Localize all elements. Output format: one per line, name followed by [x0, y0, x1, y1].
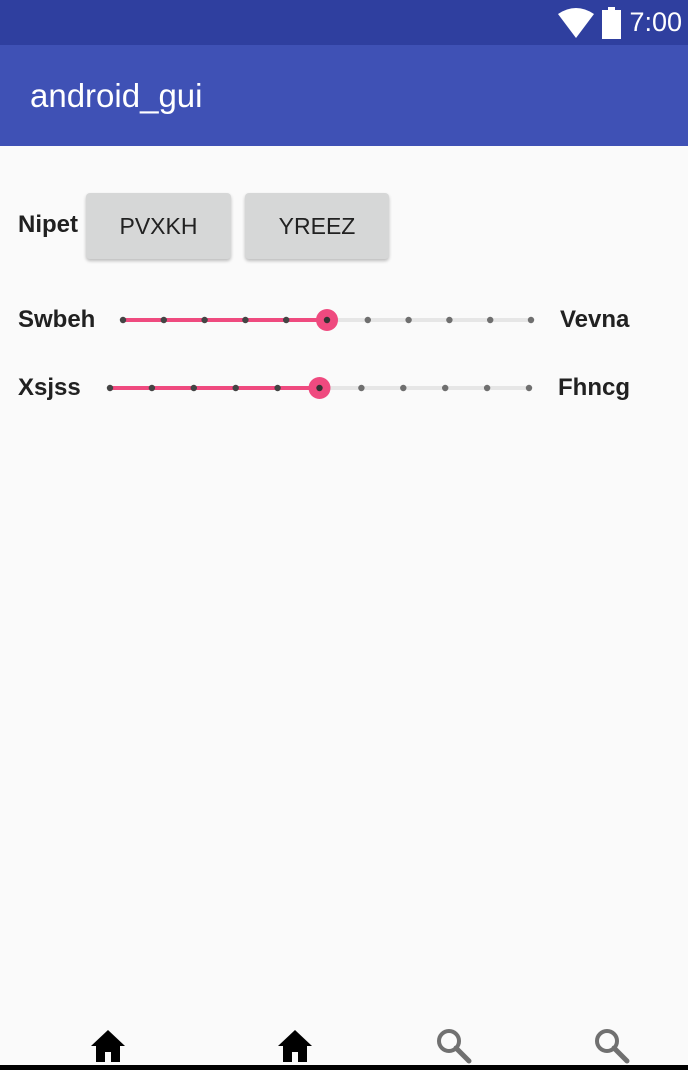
seekbar-1-right-label: Vevna: [560, 306, 630, 333]
nav-item-home-1[interactable]: [88, 1026, 128, 1066]
seekbar-tick: [201, 316, 208, 324]
seekbar-tick: [358, 384, 365, 392]
bottom-navigation: [0, 1018, 688, 1066]
bottom-bar-edge: [0, 1065, 688, 1070]
seekbar-2-right-label: Fhncg: [558, 374, 630, 401]
seekbar-tick: [446, 316, 453, 324]
seekbar-tick: [232, 384, 239, 392]
wifi-icon: [558, 7, 595, 38]
nav-item-search-1[interactable]: [434, 1026, 474, 1066]
seekbar-2-left-label: Xsjss: [18, 374, 81, 401]
seekbar-tick: [487, 316, 494, 324]
seekbar-swbeh-vevna[interactable]: [113, 300, 541, 340]
nav-item-search-2[interactable]: [592, 1026, 632, 1066]
seekbar-tick: [400, 384, 407, 392]
status-icons: 7:00: [558, 0, 682, 45]
seekbar-thumb-tick: [323, 316, 331, 324]
seekbar-tick: [190, 384, 197, 392]
button-row-label: Nipet: [18, 211, 78, 238]
seekbar-track-svg: [119, 309, 535, 331]
seekbar-tick: [442, 384, 449, 392]
seekbar-tick: [106, 384, 114, 392]
yreez-button[interactable]: YREEZ: [245, 193, 389, 259]
app-bar: android_gui: [0, 45, 688, 146]
seekbar-tick: [274, 384, 281, 392]
seekbar-1-left-label: Swbeh: [18, 306, 96, 333]
seekbar-tick: [483, 384, 491, 392]
seekbar-tick: [160, 316, 167, 324]
battery-icon: [602, 6, 622, 39]
status-clock: 7:00: [629, 7, 682, 37]
seekbar-tick: [527, 316, 535, 324]
seekbar-thumb-tick: [316, 384, 323, 392]
status-bar: 7:00: [0, 0, 688, 45]
seekbar-tick: [242, 316, 249, 324]
seekbar-tick: [405, 316, 412, 324]
nav-item-home-2[interactable]: [275, 1026, 315, 1066]
pvxkh-button[interactable]: PVXKH: [86, 193, 231, 259]
seekbar-tick: [525, 384, 533, 392]
home-icon: [278, 1030, 312, 1062]
seekbar-tick: [364, 316, 371, 324]
app-title: android_gui: [30, 77, 203, 114]
home-icon: [91, 1030, 125, 1062]
seekbar-tick: [283, 316, 290, 324]
seekbar-tick: [119, 316, 127, 324]
seekbar-xsjss-fhncg[interactable]: [100, 368, 539, 408]
seekbar-tick: [148, 384, 156, 392]
seekbar-track-svg: [106, 377, 533, 399]
search-icon: [595, 1029, 630, 1064]
search-icon: [437, 1029, 472, 1064]
